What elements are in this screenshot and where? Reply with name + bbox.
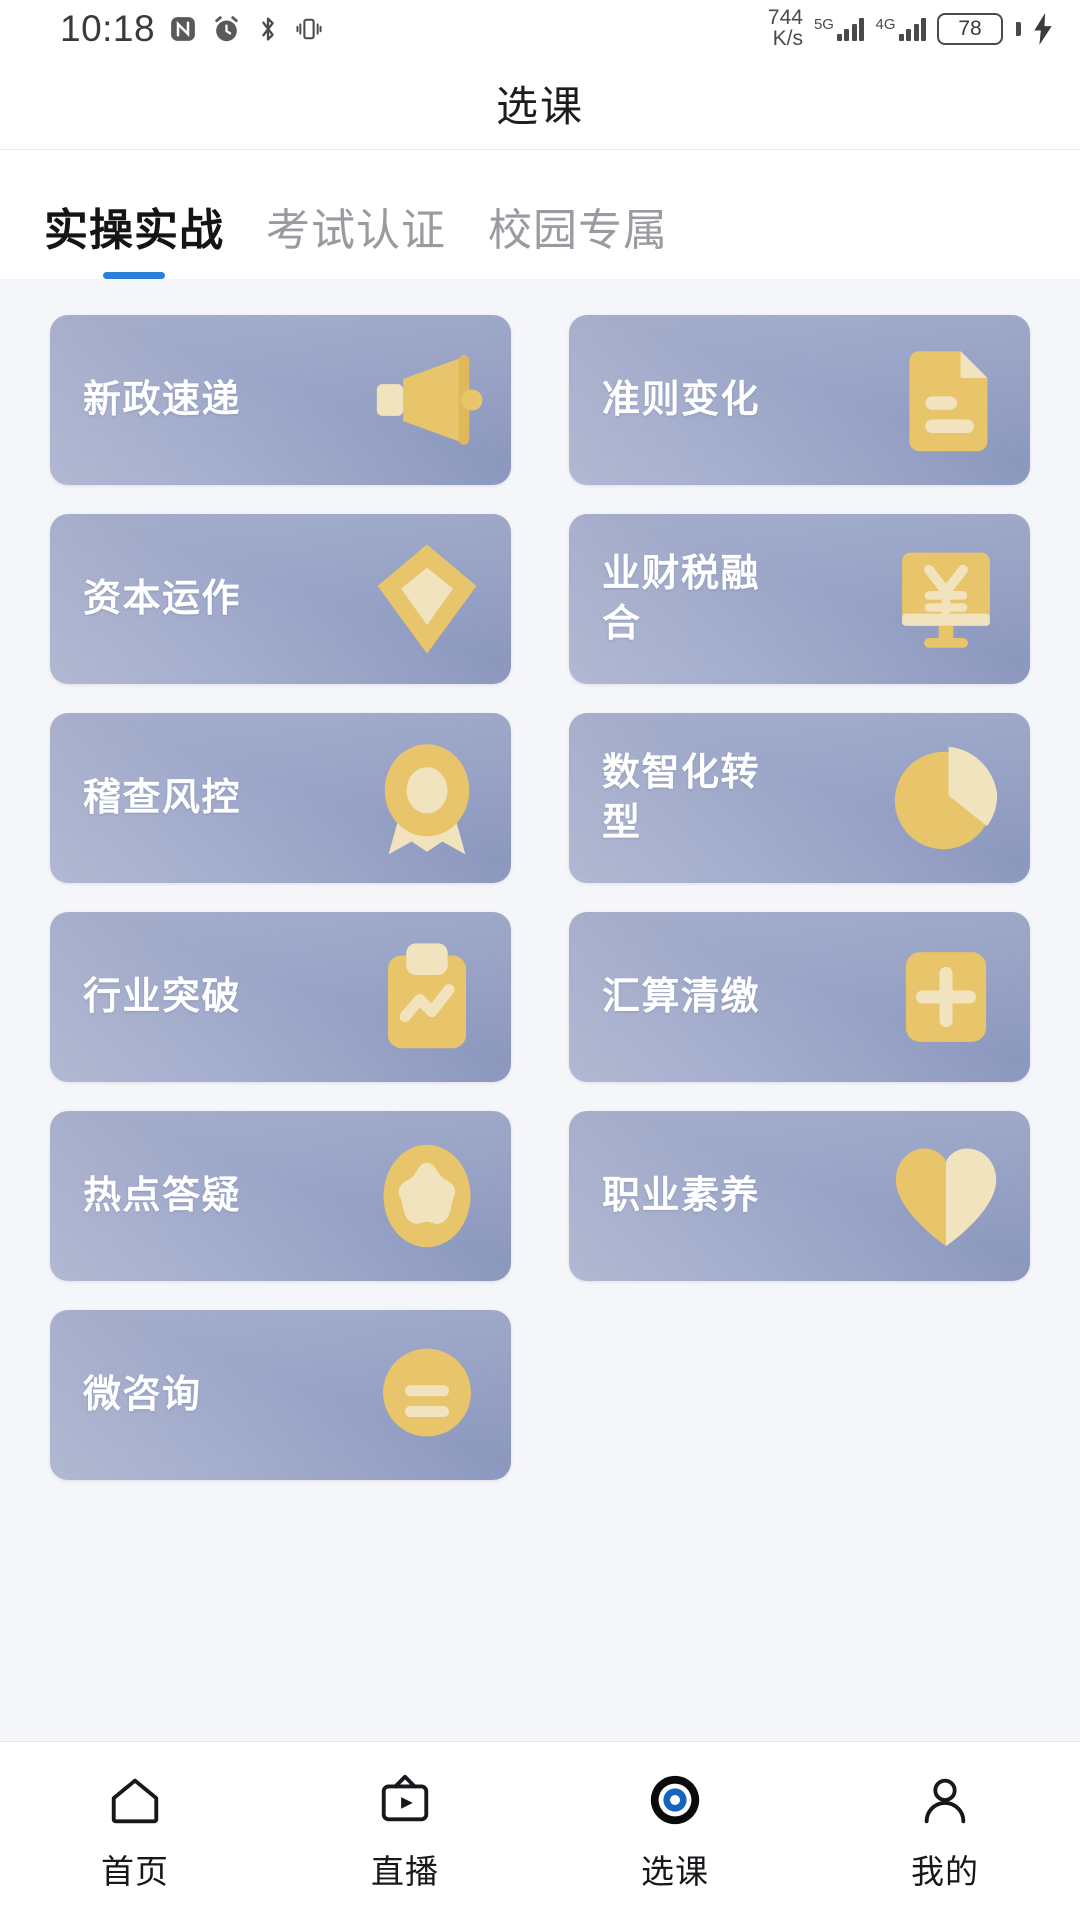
course-card-industry-breakthrough[interactable]: 行业突破 [50,912,511,1082]
signal-4g-label: 4G [875,16,896,33]
course-card-label: 微咨询 [83,1373,202,1416]
heart-icon [876,1126,1016,1266]
network-speed-value: 744 [767,6,803,30]
nav-item-profile[interactable]: 我的 [810,1742,1080,1920]
pie-chart-icon [876,728,1016,868]
bluetooth-icon [255,14,281,44]
course-card-audit-risk-control[interactable]: 稽查风控 [50,713,511,883]
course-card-label: 准则变化 [602,378,761,421]
document-icon [876,330,1016,470]
course-card-finance-tax-integration[interactable]: 业财税融合 [569,514,1030,684]
course-card-standard-change[interactable]: 准则变化 [569,315,1030,485]
course-card-label: 汇算清缴 [602,975,761,1018]
course-card-label: 热点答疑 [83,1174,242,1217]
course-card-hot-qa[interactable]: 热点答疑 [50,1111,511,1281]
course-card-label: 稽查风控 [83,776,242,819]
plus-card-icon [876,927,1016,1067]
course-card-professional-quality[interactable]: 职业素养 [569,1111,1030,1281]
status-clock: 10:18 [60,8,156,49]
signal-4g: 4G [875,17,926,41]
home-icon [104,1769,166,1831]
course-card-label: 数智化转型 [602,751,761,844]
alarm-icon [211,14,242,45]
page-header: 选课 [0,58,1080,150]
battery-level: 78 [958,17,982,40]
page-title: 选课 [495,83,584,130]
tab-practical[interactable]: 实操实战 [44,194,224,279]
bottom-navigation: 首页 直播 选课 我的 [0,1742,1080,1920]
live-tv-icon [374,1769,436,1831]
tab-active-indicator [103,272,165,279]
network-speed-unit: K/s [772,27,803,50]
nav-item-home[interactable]: 首页 [0,1742,270,1920]
course-card-label: 行业突破 [83,975,242,1018]
gem-icon [357,529,497,669]
app-root: 10:18 744 K/s 5G 4G 78 选课 实操实战 考试认证 校园专属… [0,0,1080,1920]
megaphone-icon [357,330,497,470]
course-card-label: 资本运作 [83,577,242,620]
vibrate-icon [294,14,324,44]
nfc-icon [168,14,198,44]
nav-item-courses[interactable]: 选课 [540,1742,810,1920]
signal-5g-label: 5G [813,16,834,33]
nav-label: 首页 [101,1853,169,1890]
nav-label: 选课 [641,1853,709,1890]
status-bar-right: 744 K/s 5G 4G 78 [768,8,1054,49]
clipboard-chart-icon [357,927,497,1067]
course-card-capital-operation[interactable]: 资本运作 [50,514,511,684]
nav-item-live[interactable]: 直播 [270,1742,540,1920]
nav-label: 直播 [371,1853,439,1890]
lightning-bolt-icon [1032,13,1054,45]
tab-label: 考试认证 [266,206,446,255]
category-tabs: 实操实战 考试认证 校园专属 [0,150,1080,279]
signal-5g: 5G [814,17,865,41]
eye-target-icon [644,1769,706,1831]
course-card-micro-consulting[interactable]: 微咨询 [50,1310,511,1480]
course-card-tax-settlement[interactable]: 汇算清缴 [569,912,1030,1082]
medal-icon [357,728,497,868]
network-speed: 744 K/s [768,8,803,49]
tab-campus[interactable]: 校园专属 [488,194,668,279]
course-card-label: 职业素养 [602,1174,761,1217]
star-circle-icon [357,1126,497,1266]
signal-5g-bars [836,17,865,41]
status-bar-left: 10:18 [60,8,324,50]
signal-4g-bars [898,17,926,41]
document-lines-icon [357,1325,497,1465]
tab-certification[interactable]: 考试认证 [266,194,446,279]
status-bar: 10:18 744 K/s 5G 4G 78 [0,0,1080,58]
course-card-new-policy[interactable]: 新政速递 [50,315,511,485]
battery-indicator: 78 [937,13,1003,45]
course-list-scroll-area[interactable]: 新政速递 准则变化 资本运作 业财税融合 稽查风控 数智化转型 行业突破 汇算清… [0,279,1080,1920]
tab-label: 校园专属 [488,206,668,255]
course-grid: 新政速递 准则变化 资本运作 业财税融合 稽查风控 数智化转型 行业突破 汇算清… [0,279,1080,1480]
course-card-digital-transformation[interactable]: 数智化转型 [569,713,1030,883]
nav-label: 我的 [911,1853,979,1890]
monitor-yuan-icon [876,529,1016,669]
person-icon [914,1769,976,1831]
course-card-label: 业财税融合 [602,552,761,645]
battery-tip [1016,22,1021,36]
course-card-label: 新政速递 [83,378,242,421]
tab-label: 实操实战 [44,206,224,255]
